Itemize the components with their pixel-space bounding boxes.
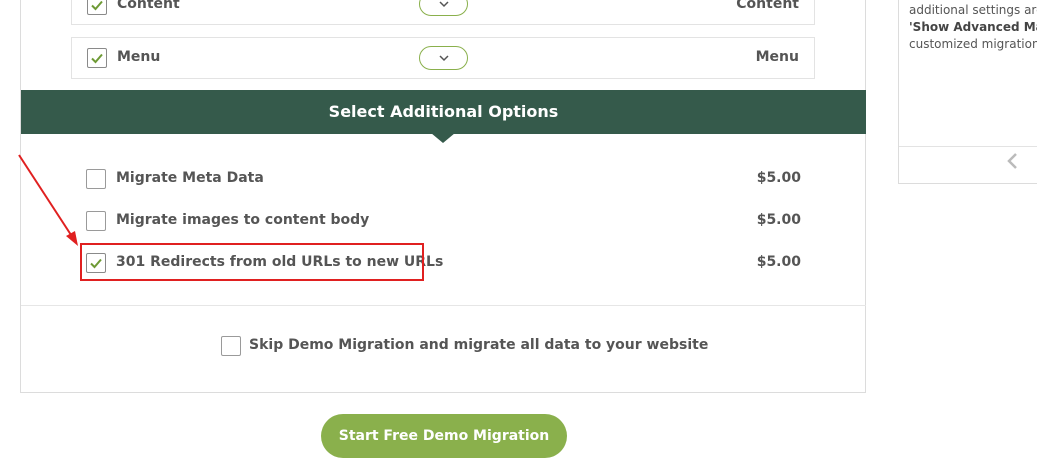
sidebar-footer-divider bbox=[899, 146, 1037, 147]
header-notch bbox=[431, 133, 455, 143]
skip-demo-label: Skip Demo Migration and migrate all data… bbox=[249, 337, 709, 353]
menu-target-dropdown[interactable] bbox=[419, 46, 468, 70]
chevron-down-icon bbox=[439, 1, 449, 8]
menu-target-label: Menu bbox=[755, 49, 799, 65]
menu-label: Menu bbox=[117, 49, 161, 65]
mapping-row-menu: Menu Menu bbox=[71, 37, 815, 79]
content-target-dropdown[interactable] bbox=[419, 0, 468, 16]
skip-demo-checkbox[interactable] bbox=[221, 336, 241, 356]
sidebar-text-line3: customized migration bbox=[909, 37, 1037, 51]
additional-options-header: Select Additional Options bbox=[21, 90, 866, 134]
content-target-label: Content bbox=[736, 0, 799, 12]
migrate-meta-data-label: Migrate Meta Data bbox=[116, 170, 264, 186]
sidebar-text-line1: additional settings are bbox=[909, 3, 1037, 17]
sidebar-card: additional settings are 'Show Advanced M… bbox=[898, 0, 1037, 184]
migrate-images-price: $5.00 bbox=[756, 212, 801, 228]
migrate-meta-data-price: $5.00 bbox=[756, 170, 801, 186]
section-divider bbox=[21, 305, 866, 306]
chevron-down-icon bbox=[439, 55, 449, 62]
mapping-row-content: Content Content bbox=[71, 0, 815, 25]
start-demo-migration-button[interactable]: Start Free Demo Migration bbox=[321, 414, 567, 458]
annotation-arrow bbox=[18, 154, 78, 246]
chevron-left-icon[interactable] bbox=[1006, 152, 1018, 170]
redirects-price: $5.00 bbox=[756, 254, 801, 270]
migrate-images-label: Migrate images to content body bbox=[116, 212, 370, 228]
highlight-box bbox=[80, 243, 424, 281]
content-label: Content bbox=[117, 0, 180, 12]
sidebar-text-line2: 'Show Advanced Map bbox=[909, 20, 1037, 34]
